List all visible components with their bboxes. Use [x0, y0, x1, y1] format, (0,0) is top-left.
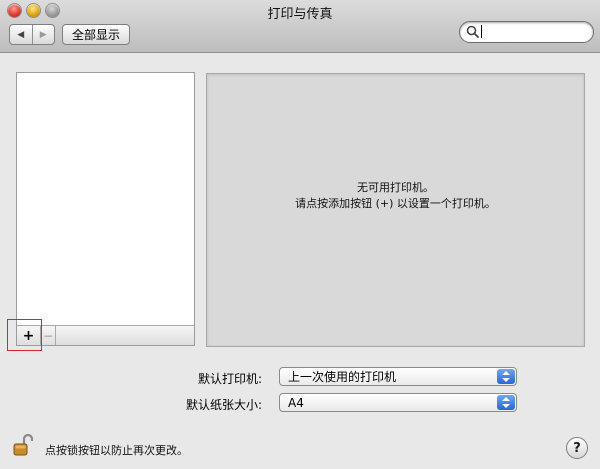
title-bar: 打印与传真 ◀ ▶ 全部显示 [0, 0, 600, 53]
lock-hint-text: 点按锁按钮以防止再次更改。 [45, 444, 188, 457]
default-paper-value: A4 [288, 395, 304, 410]
no-printer-line1: 无可用打印机。 [357, 181, 434, 194]
no-printer-line2: 请点按添加按钮 (+) 以设置一个打印机。 [295, 197, 496, 210]
remove-printer-button[interactable]: − [41, 326, 56, 345]
default-printer-value: 上一次使用的打印机 [288, 370, 397, 384]
lock-icon[interactable] [13, 433, 35, 457]
forward-button[interactable]: ▶ [31, 25, 55, 44]
printer-list-toolbar: + − [17, 325, 194, 345]
search-field[interactable] [459, 21, 594, 43]
window-title: 打印与传真 [267, 7, 333, 22]
help-button[interactable]: ? [566, 437, 588, 459]
search-icon [466, 25, 479, 38]
select-arrows-icon [497, 395, 515, 410]
default-printer-label: 默认打印机: [197, 372, 262, 386]
text-caret [481, 25, 482, 38]
printer-list[interactable]: + − [16, 72, 195, 346]
default-paper-label: 默认纸张大小: [185, 398, 262, 412]
preferences-window: 打印与传真 ◀ ▶ 全部显示 + − 无可用打印机。 请点按添加按钮 (+) 以… [0, 0, 600, 469]
default-printer-select[interactable]: 上一次使用的打印机 [279, 367, 517, 386]
search-input[interactable] [480, 23, 585, 39]
no-printer-message: 无可用打印机。 请点按添加按钮 (+) 以设置一个打印机。 [207, 180, 584, 212]
printer-detail-panel: 无可用打印机。 请点按添加按钮 (+) 以设置一个打印机。 [206, 73, 585, 347]
default-paper-select[interactable]: A4 [279, 393, 517, 412]
add-button-highlight [7, 319, 42, 351]
show-all-button[interactable]: 全部显示 [62, 24, 130, 45]
navigation-buttons: ◀ ▶ [9, 24, 55, 45]
select-arrows-icon [497, 369, 515, 384]
back-button[interactable]: ◀ [10, 25, 32, 44]
